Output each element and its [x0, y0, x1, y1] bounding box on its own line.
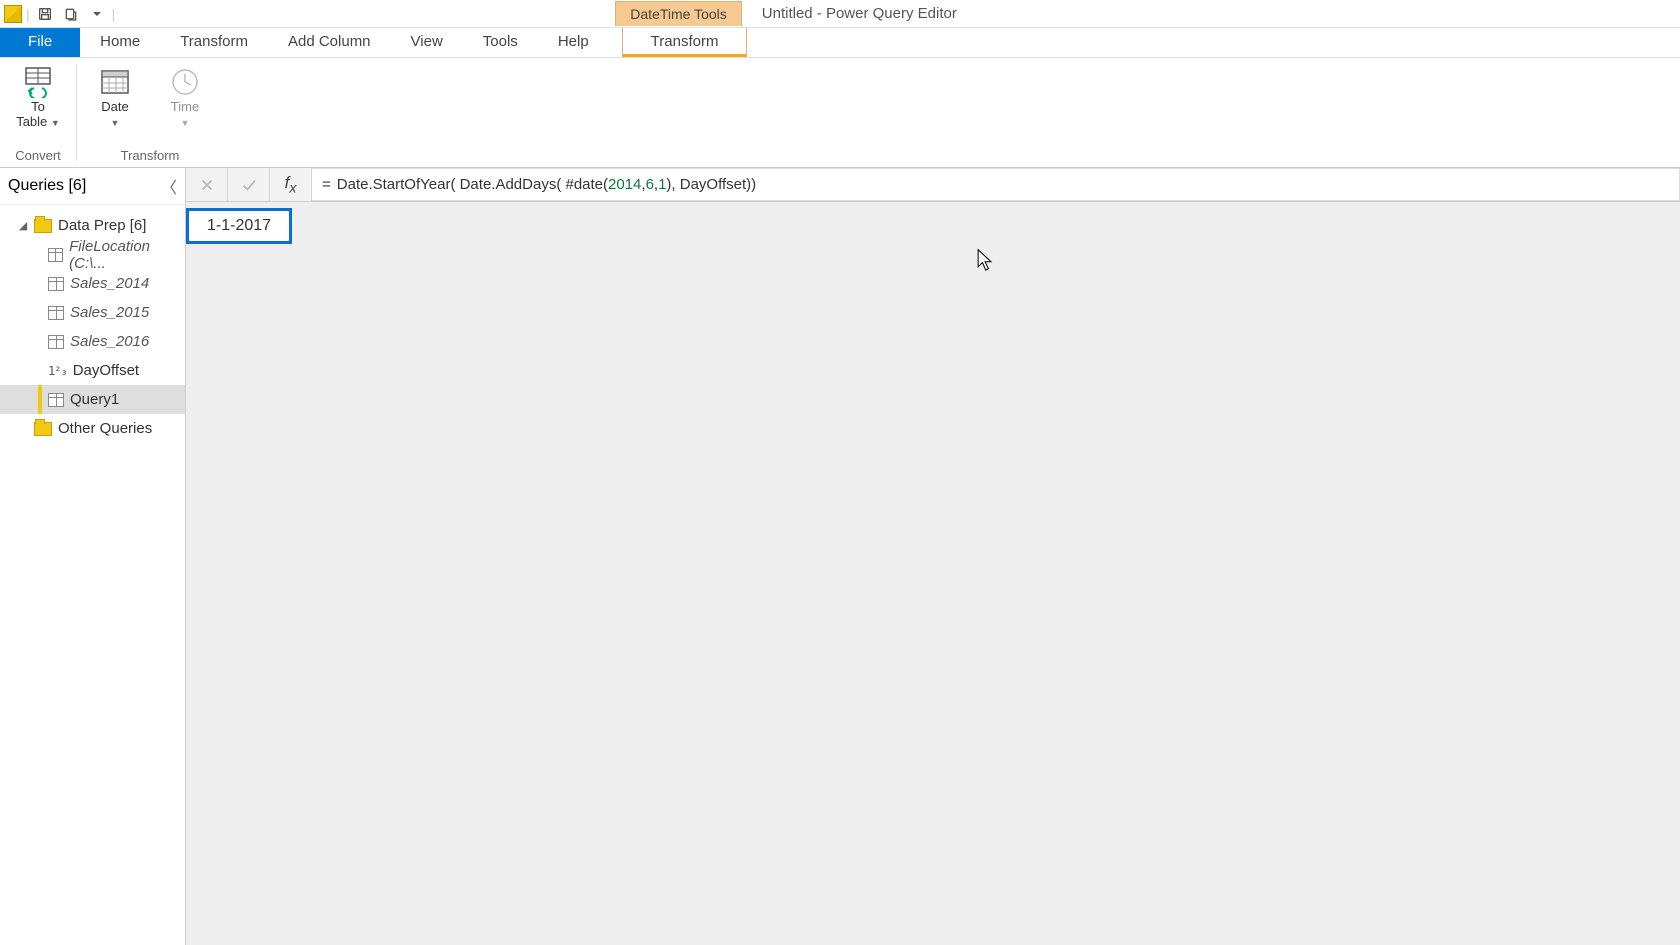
table-icon	[48, 393, 64, 407]
data-surface[interactable]: 1-1-2017	[186, 202, 1680, 945]
tree-item-dayoffset[interactable]: 1²₃ DayOffset	[0, 356, 185, 385]
tab-transform[interactable]: Transform	[160, 28, 268, 57]
tree-item-filelocation[interactable]: FileLocation (C:\...	[0, 240, 185, 269]
contextual-tools-label: DateTime Tools	[615, 1, 741, 26]
formula-number: 2014	[608, 176, 641, 193]
qat-dropdown-icon[interactable]	[86, 4, 108, 24]
tree-group-data-prep[interactable]: ◢ Data Prep [6]	[0, 211, 185, 240]
mouse-cursor-icon	[976, 248, 994, 272]
date-label: Date▼	[101, 100, 128, 130]
ribbon-group-convert-label: Convert	[15, 148, 61, 165]
formula-text: Date.StartOfYear( Date.AddDays( #date(	[337, 176, 608, 193]
formula-number: 6	[646, 176, 654, 193]
tab-add-column[interactable]: Add Column	[268, 28, 391, 57]
tab-home[interactable]: Home	[80, 28, 160, 57]
tab-tools[interactable]: Tools	[463, 28, 538, 57]
folder-icon	[34, 422, 52, 436]
formula-input[interactable]: = Date.StartOfYear( Date.AddDays( #date(…	[312, 168, 1680, 201]
content-pane: fx = Date.StartOfYear( Date.AddDays( #da…	[186, 168, 1680, 945]
ribbon-group-convert: To Table ▼ Convert	[0, 58, 76, 167]
undo-icon[interactable]	[60, 4, 82, 24]
ribbon-tab-row: File Home Transform Add Column View Tool…	[0, 28, 1680, 58]
time-label: Time▼	[171, 100, 199, 130]
formula-number: 1	[658, 176, 666, 193]
tree-group-label: Other Queries	[58, 420, 152, 437]
to-table-icon	[20, 66, 56, 98]
document-title: Untitled - Power Query Editor	[762, 5, 957, 22]
tab-view[interactable]: View	[391, 28, 463, 57]
tree-item-label: Sales_2014	[70, 275, 149, 292]
date-button[interactable]: Date▼	[85, 62, 145, 148]
tree-item-sales-2014[interactable]: Sales_2014	[0, 269, 185, 298]
main-area: Queries [6] 〈 ◢ Data Prep [6] FileLocati…	[0, 168, 1680, 945]
tree-item-label: Sales_2015	[70, 304, 149, 321]
tab-help[interactable]: Help	[538, 28, 609, 57]
table-icon	[48, 335, 64, 349]
to-table-label: To Table ▼	[16, 100, 60, 130]
clock-icon	[167, 66, 203, 98]
queries-title: Queries [6]	[8, 177, 86, 195]
queries-header: Queries [6] 〈	[0, 168, 185, 205]
collapse-pane-icon[interactable]: 〈	[161, 174, 177, 198]
chevron-down-icon: ▼	[51, 118, 60, 128]
save-icon[interactable]	[34, 4, 56, 24]
ribbon-body: To Table ▼ Convert Date▼ Time▼ Transform	[0, 58, 1680, 168]
queries-pane: Queries [6] 〈 ◢ Data Prep [6] FileLocati…	[0, 168, 186, 945]
chevron-down-icon: ▼	[181, 118, 190, 128]
table-icon	[48, 277, 64, 291]
quick-access-toolbar: | |	[0, 4, 115, 24]
collapse-icon[interactable]: ◢	[18, 219, 28, 232]
to-table-button[interactable]: To Table ▼	[8, 62, 68, 148]
tree-group-label: Data Prep [6]	[58, 217, 146, 234]
tab-file[interactable]: File	[0, 28, 80, 57]
title-bar: | | DateTime Tools Untitled - Power Quer…	[0, 0, 1680, 28]
app-icon	[4, 5, 22, 23]
fx-button[interactable]: fx	[270, 168, 312, 201]
formula-equals: =	[322, 176, 331, 193]
fx-icon: fx	[285, 173, 297, 196]
tree-item-query1[interactable]: Query1	[0, 385, 185, 414]
ribbon-group-transform: Date▼ Time▼ Transform	[77, 58, 223, 167]
queries-tree: ◢ Data Prep [6] FileLocation (C:\... Sal…	[0, 205, 185, 443]
time-button[interactable]: Time▼	[155, 62, 215, 148]
tree-item-label: DayOffset	[73, 362, 139, 379]
folder-icon	[34, 219, 52, 233]
table-icon	[48, 248, 63, 262]
ribbon-group-transform-label: Transform	[121, 148, 180, 165]
tree-group-other-queries[interactable]: Other Queries	[0, 414, 185, 443]
qat-separator: |	[26, 6, 30, 22]
qat-separator-2: |	[112, 6, 116, 22]
formula-bar: fx = Date.StartOfYear( Date.AddDays( #da…	[186, 168, 1680, 202]
formula-text: ), DayOffset))	[666, 176, 756, 193]
confirm-formula-button[interactable]	[228, 168, 270, 201]
cancel-formula-button[interactable]	[186, 168, 228, 201]
tab-context-transform[interactable]: Transform	[622, 28, 748, 57]
tree-item-label: Query1	[70, 391, 119, 408]
number-icon: 1²₃	[48, 364, 67, 378]
calendar-icon	[97, 66, 133, 98]
result-value-cell[interactable]: 1-1-2017	[186, 208, 292, 244]
chevron-down-icon: ▼	[111, 118, 120, 128]
table-icon	[48, 306, 64, 320]
tree-item-label: Sales_2016	[70, 333, 149, 350]
tree-item-sales-2015[interactable]: Sales_2015	[0, 298, 185, 327]
tree-item-label: FileLocation (C:\...	[69, 238, 185, 272]
tree-item-sales-2016[interactable]: Sales_2016	[0, 327, 185, 356]
